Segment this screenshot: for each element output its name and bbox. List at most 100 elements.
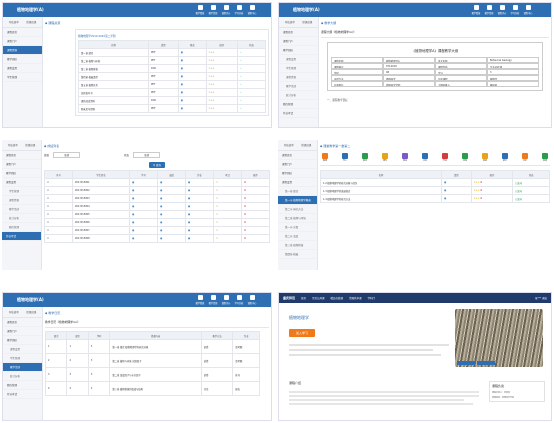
sidebar-item-active[interactable]: 课程资源 (3, 46, 42, 55)
sidebar-item[interactable]: 作业考试 (279, 109, 318, 118)
edit-icon[interactable]: ✎ (213, 178, 242, 187)
edit-icon[interactable]: ✎ (213, 234, 242, 243)
sidebar-item[interactable]: 统计分析 (3, 372, 42, 381)
sidebar-item[interactable]: 课程门户 (279, 37, 318, 46)
table-row[interactable]: 第一章 绪论 PDF ■ ✎✦✦ ✓ (77, 48, 266, 57)
sidebar-item[interactable]: 课程资源 (2, 196, 41, 205)
tree-item[interactable]: 第二节 温度 (278, 232, 317, 241)
table-row[interactable]: 第四章 植被类型 PDF ■ ✎✦✦ ✓ (77, 72, 266, 81)
sidebar-item[interactable]: 学生管理 (2, 187, 41, 196)
header-resource-button[interactable]: 教学资源 (208, 5, 218, 15)
tree-item[interactable]: 第二节 研究方法 (278, 205, 317, 214)
table-row[interactable]: 第五章 植物区系 PPT ■ ✎✦✦ ✓ (77, 80, 266, 89)
tab-course[interactable]: 授课班课 (302, 20, 312, 24)
toolbar-button[interactable]: 统计 (502, 153, 508, 162)
header-center-button[interactable]: 课程中心 (247, 295, 257, 305)
tree-item[interactable]: 第一章 绪论 (278, 187, 317, 196)
toolbar-button[interactable]: 资源 (542, 153, 548, 162)
toolbar-button[interactable]: 课件 (382, 153, 388, 162)
sidebar-item[interactable]: 课程设置 (278, 178, 317, 187)
edit-icon[interactable]: ✎✦✦ (205, 72, 239, 81)
table-row[interactable]: ☐ 2017213006 ■ ■ ■ ✎ ✖ (44, 218, 271, 227)
header-center-button[interactable]: 课程中心 (523, 5, 533, 15)
tab-nav[interactable]: 导航菜单 (8, 143, 18, 147)
sidebar-item[interactable]: 课程资源 (279, 73, 318, 82)
sidebar-item[interactable]: 课程设置 (279, 55, 318, 64)
toolbar-button[interactable]: 推送 (362, 153, 368, 162)
sidebar-item[interactable]: 学生管理 (3, 73, 42, 82)
sidebar-item[interactable]: 统计分析 (279, 91, 318, 100)
tree-item[interactable]: 第二章 植物与环境 (278, 214, 317, 223)
header-evaluate-button[interactable]: 课程评价 (221, 295, 231, 305)
table-row[interactable]: ☐ 2017213004 ■ ■ ■ ✎ ✖ (44, 202, 271, 211)
preview-icon[interactable]: ■ (177, 48, 207, 57)
table-row[interactable]: ☐ 2017213001 ■ ■ ■ ✎ ✖ (44, 178, 271, 187)
preview-icon[interactable]: ■ (177, 88, 207, 97)
nav-link[interactable]: 学科门 (368, 296, 376, 300)
edit-icon[interactable]: ✎ (213, 218, 242, 227)
sidebar-item[interactable]: 教学团队 (3, 336, 42, 345)
tab-course[interactable]: 授课班课 (26, 20, 36, 24)
class-select[interactable]: 全部 (53, 152, 81, 158)
edit-icon[interactable]: ✎✦✦ (205, 104, 239, 113)
toolbar-button[interactable]: 作业 (442, 153, 448, 162)
tab-nav[interactable]: 导航菜单 (9, 310, 19, 314)
tree-item[interactable]: 第三章 植物群落 (278, 241, 317, 250)
table-row[interactable]: 第二章 植物与环境 PPT ■ ✎✦✦ ✓ (77, 56, 266, 65)
preview-icon[interactable]: ■ (177, 56, 207, 65)
toolbar-button[interactable]: 讨论 (422, 153, 428, 162)
edit-icon[interactable]: ✎✦✦ (205, 96, 239, 105)
preview-icon[interactable]: ■ (177, 104, 207, 113)
sidebar-item[interactable]: 课程门户 (2, 160, 41, 169)
edit-icon[interactable]: ✎ (213, 186, 242, 195)
sidebar-item[interactable]: 题库管理 (3, 381, 42, 390)
edit-icon[interactable]: ✎✦✦ ✖ (470, 186, 514, 195)
tab-nav[interactable]: 导航菜单 (285, 20, 295, 24)
table-row[interactable]: ☐ 2017213007 ■ ■ ■ ✎ ✖ (44, 226, 271, 235)
nav-link[interactable]: 示范公开课 (312, 296, 325, 300)
header-evaluate-button[interactable]: 课程评价 (221, 5, 231, 15)
status-select[interactable]: 全部 (133, 152, 161, 158)
sidebar-item[interactable]: 题库管理 (2, 223, 41, 232)
preview-icon[interactable]: ■ (177, 96, 207, 105)
edit-icon[interactable]: ✎✦✦ ✖ (470, 194, 514, 203)
sidebar-item[interactable]: 作业考试 (3, 390, 42, 399)
play-button[interactable] (477, 361, 495, 365)
tree-item-active[interactable]: 第一节 植物地理学概述 (278, 196, 317, 205)
header-board-button[interactable]: 教学看板 (195, 5, 205, 15)
table-row[interactable]: 期末复习提纲 PDF ■ ✎✦✦ ✓ (77, 104, 266, 113)
header-resource-button[interactable]: 教学资源 (484, 5, 494, 15)
toolbar-button[interactable]: 备课 (322, 153, 328, 162)
header-resource-button[interactable]: 教学资源 (208, 295, 218, 305)
table-row[interactable]: 1.3 植物地理学的发展简史 ■ ✎✦✦ ✖ 已发布 (319, 186, 550, 195)
nav-link[interactable]: 精品在线课 (331, 296, 344, 300)
header-analysis-button[interactable]: 学习分析 (510, 5, 520, 15)
sidebar-item-active[interactable]: 作业考试 (2, 232, 41, 241)
table-row[interactable]: ☐ 2017213003 ■ ■ ■ ✎ ✖ (44, 194, 271, 203)
sidebar-item[interactable]: 课程首页 (279, 28, 318, 37)
sidebar-item[interactable]: 课程门户 (3, 327, 42, 336)
delete-icon[interactable]: ✖ (240, 210, 271, 219)
table-row[interactable]: ☐ 2017213002 ■ ■ ■ ✎ ✖ (44, 186, 271, 195)
sidebar-item[interactable]: 课程首页 (3, 318, 42, 327)
table-row[interactable]: 1.4 植物地理学的研究方法 ■ ✎✦✦ ✖ 已发布 (319, 194, 550, 203)
delete-icon[interactable]: ✖ (240, 234, 271, 243)
sidebar-item[interactable]: 课程首页 (2, 151, 41, 160)
edit-icon[interactable]: ✎ (213, 226, 242, 235)
toolbar-button[interactable]: 导入 (342, 153, 348, 162)
sidebar-item[interactable]: 统计分析 (2, 214, 41, 223)
sidebar-item[interactable]: 课程门户 (278, 160, 317, 169)
delete-icon[interactable]: ✖ (240, 202, 271, 211)
delete-icon[interactable]: ✖ (240, 194, 271, 203)
sidebar-item-active[interactable]: 教学活动 (3, 363, 42, 372)
sidebar-item[interactable]: 教学活动 (279, 82, 318, 91)
delete-icon[interactable]: ✖ (240, 178, 271, 187)
tab-course[interactable]: 授课班课 (301, 143, 311, 147)
edit-icon[interactable]: ✎✦✦ (205, 64, 239, 73)
join-course-button[interactable]: 加入学习 (289, 329, 316, 337)
edit-icon[interactable]: ✎ (213, 210, 242, 219)
toolbar-button[interactable]: 评价 (522, 153, 528, 162)
table-row[interactable]: 课外阅读资料 DOC ■ ✎✦✦ ✓ (77, 96, 266, 105)
header-center-button[interactable]: 课程中心 (247, 5, 257, 15)
preview-icon[interactable]: ■ (177, 80, 207, 89)
